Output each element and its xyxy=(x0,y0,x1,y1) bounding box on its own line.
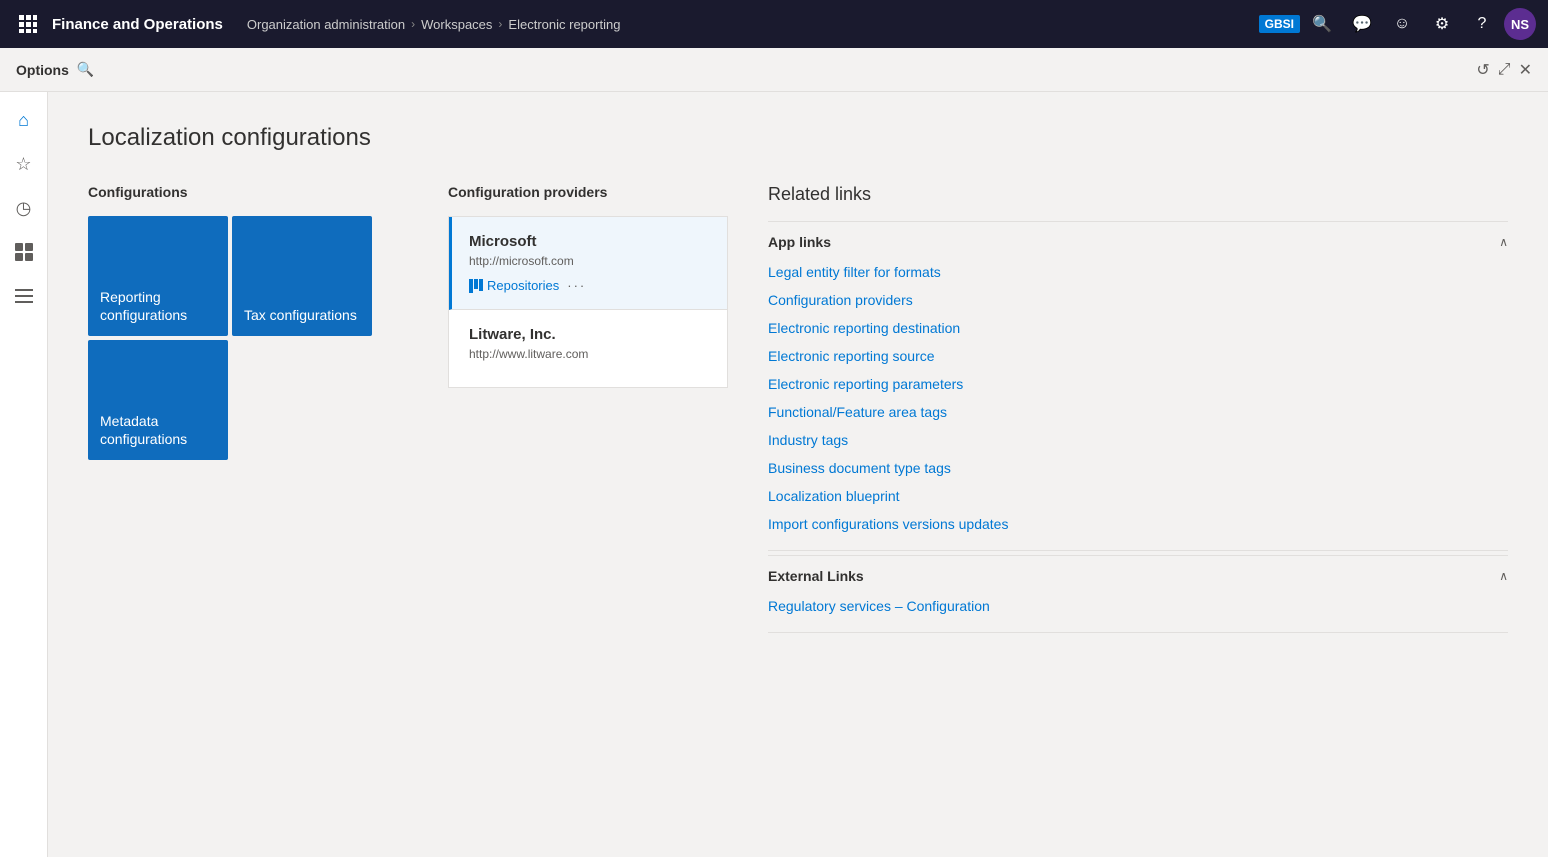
link-business-doc-tags[interactable]: Business document type tags xyxy=(768,454,1508,482)
settings-icon-btn[interactable]: ⚙ xyxy=(1424,6,1460,42)
topbar: Finance and Operations Organization admi… xyxy=(0,0,1548,48)
external-links-bottom-divider xyxy=(768,632,1508,633)
breadcrumb: Organization administration › Workspaces… xyxy=(247,17,1251,32)
topbar-right: GBSI 🔍 💬 ☺ ⚙ ? NS xyxy=(1259,6,1536,42)
provider-microsoft-actions: Repositories ··· xyxy=(469,278,707,293)
emoji-icon-btn[interactable]: ☺ xyxy=(1384,6,1420,42)
providers-list: Microsoft http://microsoft.com Repositor… xyxy=(448,216,728,388)
expand-icon[interactable]: ⤢ xyxy=(1498,61,1511,79)
external-links-list: Regulatory services – Configuration xyxy=(768,592,1508,628)
link-er-destination[interactable]: Electronic reporting destination xyxy=(768,314,1508,342)
app-links-label: App links xyxy=(768,234,831,250)
user-avatar[interactable]: NS xyxy=(1504,8,1536,40)
breadcrumb-er[interactable]: Electronic reporting xyxy=(508,17,620,32)
section-divider xyxy=(768,550,1508,551)
provider-litware-name: Litware, Inc. xyxy=(469,326,707,343)
link-er-parameters[interactable]: Electronic reporting parameters xyxy=(768,370,1508,398)
app-links-chevron: ∧ xyxy=(1499,235,1508,249)
close-icon[interactable]: ✕ xyxy=(1519,60,1532,80)
link-config-providers[interactable]: Configuration providers xyxy=(768,286,1508,314)
app-links-header[interactable]: App links ∧ xyxy=(768,221,1508,258)
optionsbar-right: ↺ ⤢ ✕ xyxy=(1476,60,1532,80)
provider-microsoft-name: Microsoft xyxy=(469,233,707,250)
sidebar: ⌂ ☆ ◷ xyxy=(0,92,48,857)
main-layout: ⌂ ☆ ◷ Localization configurations Config… xyxy=(0,92,1548,857)
main-content: Localization configurations Configuratio… xyxy=(48,92,1548,857)
sidebar-item-modules[interactable] xyxy=(4,276,44,316)
page-title: Localization configurations xyxy=(88,124,1508,152)
related-links-section: Related links App links ∧ Legal entity f… xyxy=(768,184,1508,637)
related-links-title: Related links xyxy=(768,184,1508,205)
org-code-badge: GBSI xyxy=(1259,15,1300,33)
provider-litware[interactable]: Litware, Inc. http://www.litware.com xyxy=(449,310,727,387)
provider-litware-url: http://www.litware.com xyxy=(469,347,707,361)
external-links-chevron: ∧ xyxy=(1499,569,1508,583)
chat-icon-btn[interactable]: 💬 xyxy=(1344,6,1380,42)
configurations-section-title: Configurations xyxy=(88,184,408,200)
providers-section-title: Configuration providers xyxy=(448,184,728,200)
breadcrumb-sep-2: › xyxy=(498,17,502,31)
content-grid: Configurations Reporting configurations … xyxy=(88,184,1508,637)
sidebar-item-workspaces[interactable] xyxy=(4,232,44,272)
optionsbar: Options 🔍 ↺ ⤢ ✕ xyxy=(0,48,1548,92)
breadcrumb-org[interactable]: Organization administration xyxy=(247,17,405,32)
provider-microsoft-url: http://microsoft.com xyxy=(469,254,707,268)
tile-reporting[interactable]: Reporting configurations xyxy=(88,216,228,336)
tile-metadata[interactable]: Metadata configurations xyxy=(88,340,228,460)
app-links-list: Legal entity filter for formats Configur… xyxy=(768,258,1508,546)
app-title: Finance and Operations xyxy=(52,16,223,33)
refresh-icon[interactable]: ↺ xyxy=(1476,60,1489,80)
options-label: Options xyxy=(16,62,69,78)
options-search-icon[interactable]: 🔍 xyxy=(77,61,94,78)
sidebar-item-home[interactable]: ⌂ xyxy=(4,100,44,140)
external-links-header[interactable]: External Links ∧ xyxy=(768,555,1508,592)
link-industry-tags[interactable]: Industry tags xyxy=(768,426,1508,454)
repositories-btn[interactable]: Repositories xyxy=(469,278,559,293)
providers-section: Configuration providers Microsoft http:/… xyxy=(448,184,728,388)
provider-more-btn[interactable]: ··· xyxy=(567,278,586,293)
search-icon-btn[interactable]: 🔍 xyxy=(1304,6,1340,42)
breadcrumb-sep-1: › xyxy=(411,17,415,31)
link-er-source[interactable]: Electronic reporting source xyxy=(768,342,1508,370)
config-tiles: Reporting configurations Tax configurati… xyxy=(88,216,408,460)
sidebar-item-recent[interactable]: ◷ xyxy=(4,188,44,228)
sidebar-item-favorites[interactable]: ☆ xyxy=(4,144,44,184)
external-links-label: External Links xyxy=(768,568,864,584)
link-legal-entity[interactable]: Legal entity filter for formats xyxy=(768,258,1508,286)
tile-tax[interactable]: Tax configurations xyxy=(232,216,372,336)
link-functional-tags[interactable]: Functional/Feature area tags xyxy=(768,398,1508,426)
link-localization-blueprint[interactable]: Localization blueprint xyxy=(768,482,1508,510)
configurations-section: Configurations Reporting configurations … xyxy=(88,184,408,460)
link-regulatory-services[interactable]: Regulatory services – Configuration xyxy=(768,592,1508,620)
help-icon-btn[interactable]: ? xyxy=(1464,6,1500,42)
providers-wrapper: Microsoft http://microsoft.com Repositor… xyxy=(448,216,728,388)
link-import-configs[interactable]: Import configurations versions updates xyxy=(768,510,1508,538)
grid-menu-icon[interactable] xyxy=(12,8,44,40)
breadcrumb-workspaces[interactable]: Workspaces xyxy=(421,17,492,32)
provider-microsoft[interactable]: Microsoft http://microsoft.com Repositor… xyxy=(449,217,727,310)
